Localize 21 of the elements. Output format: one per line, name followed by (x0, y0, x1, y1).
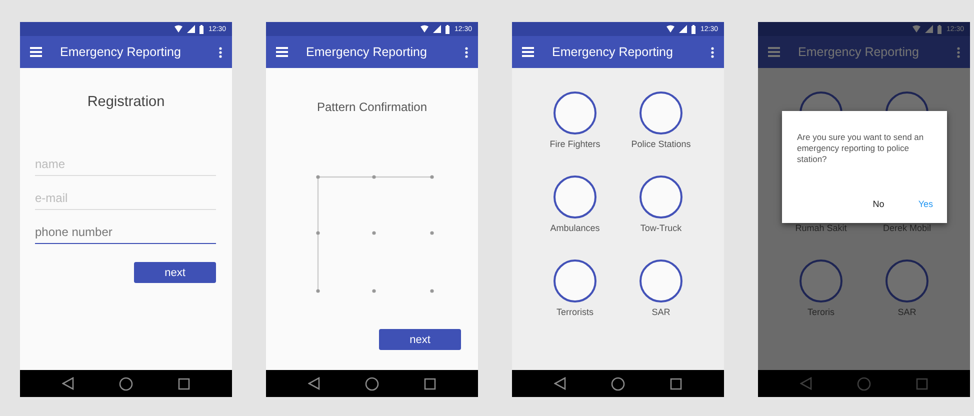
app-title: Emergency Reporting (60, 45, 182, 59)
category-label: Ambulances (550, 223, 600, 233)
dialog-message: Are you sure you want to send an emergency reporting to police station? (797, 132, 925, 166)
app-title: Emergency Reporting (306, 45, 428, 59)
category-label: Police Stations (631, 139, 691, 149)
category-label: Teroris (807, 307, 834, 317)
next-button[interactable]: next (134, 262, 216, 283)
app-title: Emergency Reporting (552, 45, 674, 59)
app-title: Emergency Reporting (798, 45, 920, 59)
screen-heading: Pattern Confirmation (316, 100, 428, 114)
next-button[interactable]: next (379, 329, 461, 350)
category-label: Terrorists (556, 307, 594, 317)
category-label: SAR (652, 307, 670, 317)
no-button[interactable]: No (870, 197, 886, 211)
input-field[interactable]: phone number (35, 221, 216, 244)
screen-heading: Registration (87, 94, 165, 110)
category-label: Tow-Truck (640, 223, 682, 233)
category-label: Fire Fighters (550, 139, 600, 149)
category-label: SAR (898, 307, 916, 317)
category-label: Derek Mobil (882, 223, 931, 233)
category-label: Rumah Sakit (795, 223, 847, 233)
